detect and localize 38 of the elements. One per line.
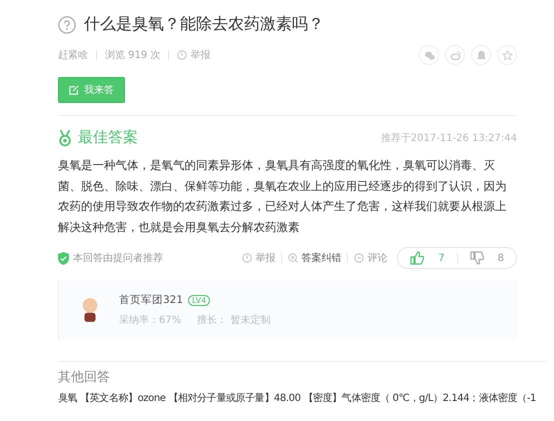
level-badge: LV4	[188, 294, 210, 306]
recommend-note: 本回答由提问者推荐	[73, 252, 163, 265]
answer-text: 臭氧是一种气体，是氧气的同素异形体，臭氧具有高强度的氧化性，臭氧可以消毒、灭菌、脱色、除味、漂白、保鲜等功能，臭氧在农业上的应用已经逐步的得到了认识，因为农药的使用导致农作物的农药激素过多，已经对人体产生了危害，这样我们就要从根源上解决这种危害，也就是会用臭氧去分解农药激素	[58, 157, 508, 236]
answer-button[interactable]: 我来答	[58, 77, 125, 103]
share-button[interactable]	[445, 45, 465, 65]
chat-icon	[424, 50, 434, 60]
star-icon	[502, 50, 512, 60]
report-link[interactable]: 举报	[242, 251, 276, 265]
question-title: 什么是臭氧？能除去农药激素吗？	[84, 14, 324, 35]
star-button[interactable]	[497, 45, 517, 65]
correct-answer-link[interactable]: 答案纠错	[288, 251, 342, 265]
best-answer-heading: 最佳答案	[78, 128, 138, 147]
view-count: 浏览 919 次	[105, 48, 160, 62]
adoption-rate: 采纳率：67%	[119, 314, 182, 327]
bell-icon	[476, 50, 486, 60]
medal-icon	[58, 128, 72, 146]
answer-text: 臭氧 【英文名称】ozone 【相对分子量或原子量】48.00 【密度】气体密度（ 0℃，g/L）2.144；液体密度（-1	[58, 392, 537, 405]
report-link[interactable]: 举报	[177, 48, 210, 62]
bell-button[interactable]	[471, 45, 491, 65]
chat-button[interactable]	[419, 45, 439, 65]
info-icon	[242, 253, 252, 263]
magnifier-icon	[288, 253, 298, 263]
user-name[interactable]: 首页军团321	[119, 293, 184, 307]
shield-icon	[58, 252, 69, 264]
answer-time: 推荐于2017-11-26 13:27:44	[380, 132, 517, 144]
thumbs-down-icon	[470, 251, 484, 265]
share-icon	[450, 50, 460, 60]
info-icon	[177, 50, 188, 60]
dislike-button[interactable]: 8	[470, 251, 504, 265]
other-answers-heading: 其他回答	[58, 369, 111, 386]
author-name[interactable]: 赶紧啥	[58, 48, 88, 62]
like-button[interactable]: 7	[410, 251, 445, 265]
edit-icon	[69, 85, 79, 95]
thumbs-up-icon	[410, 251, 424, 265]
comment-icon	[354, 253, 364, 263]
user-specialty: 擅长： 暂未定制	[197, 314, 270, 327]
question-icon	[58, 16, 76, 34]
comment-link[interactable]: 评论	[354, 251, 388, 265]
